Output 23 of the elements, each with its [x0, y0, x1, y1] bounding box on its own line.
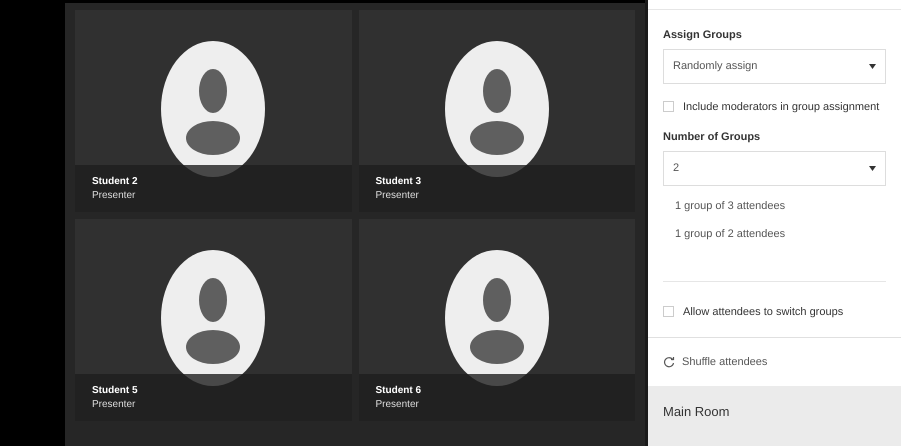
participant-role: Presenter [92, 189, 136, 202]
number-of-groups-select[interactable]: 2 [663, 150, 886, 186]
field-label: Number of Groups [663, 130, 762, 145]
participant-role: Presenter [92, 398, 136, 411]
group-summary-text: 1 group of 2 attendees [675, 227, 786, 242]
group-summary-text: 1 group of 3 attendees [675, 198, 786, 214]
participant-name: Student 2 [92, 175, 139, 189]
shuffle-attendees-button[interactable]: Shuffle attendees [663, 354, 768, 370]
assign-groups-select[interactable]: Randomly assign [663, 48, 886, 84]
participant-name: Student 6 [376, 384, 422, 398]
checkbox[interactable] [663, 306, 674, 318]
caret-icon [869, 166, 876, 170]
shuffle-icon [663, 356, 675, 368]
field-label: Assign Groups [663, 28, 743, 43]
caret-icon [869, 64, 876, 68]
checkbox-label: Allow attendees to switch groups [683, 304, 844, 320]
main-room-title: Main Room [663, 404, 730, 419]
checkbox-label: Include moderators in group assignment [683, 100, 880, 114]
checkbox[interactable] [663, 101, 674, 112]
participant-role: Presenter [376, 189, 420, 202]
participant-role: Presenter [376, 398, 420, 411]
participant-name: Student 3 [376, 175, 422, 189]
participant-name: Student 5 [92, 384, 139, 398]
